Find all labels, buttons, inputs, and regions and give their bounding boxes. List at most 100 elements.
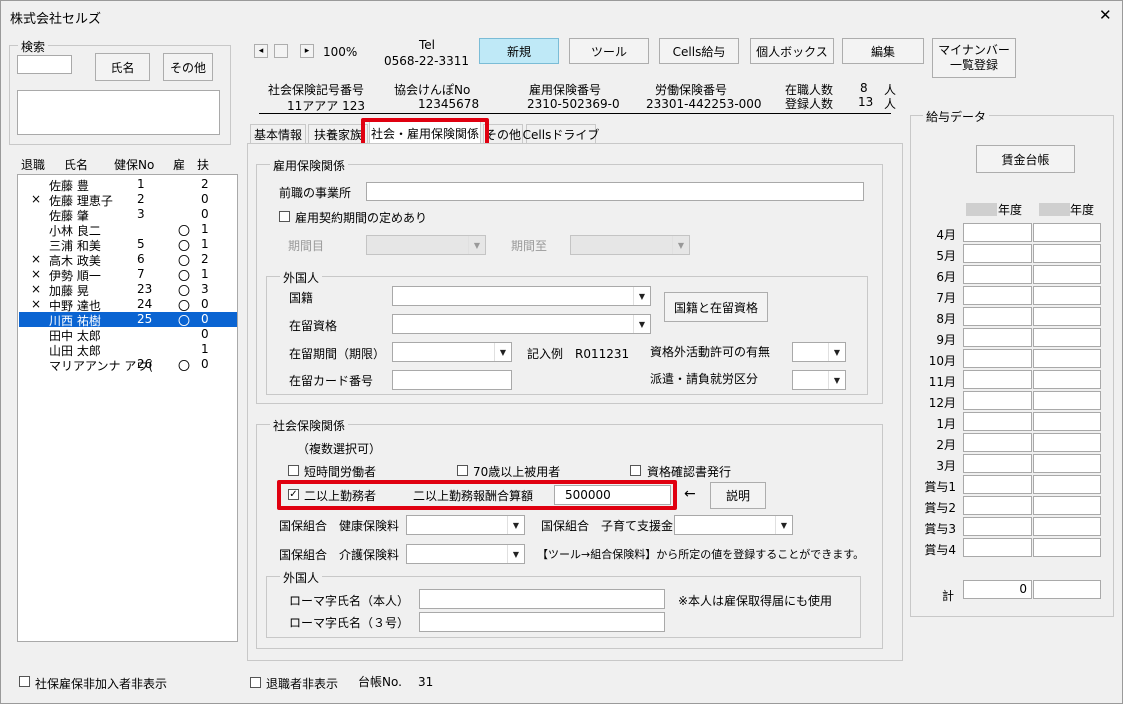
kokuho-child-select[interactable]: ▼ bbox=[674, 515, 793, 535]
kyokai-value: 12345678 bbox=[418, 97, 480, 111]
tel-number: 0568-22-3311 bbox=[384, 54, 470, 68]
list-item[interactable]: × 加藤 晃 23 〇 3 bbox=[19, 282, 237, 298]
list-item[interactable]: 川西 祐樹 25 〇 0 bbox=[19, 312, 237, 328]
list-item[interactable]: マリアアンナ アウ(26 〇 0 bbox=[19, 357, 237, 373]
kokuho-child-label: 国保組合 子育て支援金 bbox=[541, 519, 674, 533]
pay-cell-year2 bbox=[1033, 349, 1101, 368]
dispatch-label: 派遣・請負就労区分 bbox=[650, 372, 759, 386]
koyo-number-value: 2310-502369-0 bbox=[527, 97, 620, 111]
prev-company-input[interactable] bbox=[366, 182, 864, 201]
roman-self-input[interactable] bbox=[419, 589, 665, 609]
list-item[interactable]: × 高木 政美 6 〇 2 bbox=[19, 252, 237, 268]
pay-cell-year1 bbox=[963, 454, 1032, 473]
certificate-label: 資格確認書発行 bbox=[647, 465, 732, 479]
wage-ledger-button[interactable]: 賃金台帳 bbox=[976, 145, 1075, 173]
residence-status-select[interactable]: ▼ bbox=[392, 314, 651, 334]
mynumber-button[interactable]: マイナンバー 一覧登録 bbox=[932, 38, 1016, 78]
roman-3-label: ローマ字氏名（３号） bbox=[289, 616, 410, 630]
list-header-fuyo: 扶 bbox=[197, 158, 210, 172]
edit-button[interactable]: 編集 bbox=[842, 38, 924, 64]
period-example: 記入例 R011231 bbox=[527, 347, 630, 361]
search-input[interactable] bbox=[17, 55, 72, 74]
total-label: 計 bbox=[942, 589, 955, 603]
period-end-select[interactable]: ▼ bbox=[570, 235, 690, 255]
period-start-select[interactable]: ▼ bbox=[366, 235, 486, 255]
pay-cell-year2 bbox=[1033, 454, 1101, 473]
list-item[interactable]: × 佐藤 理恵子 2 0 bbox=[19, 192, 237, 208]
list-header-retired: 退職 bbox=[21, 158, 46, 172]
list-item[interactable]: × 伊勢 順一 7 〇 1 bbox=[19, 267, 237, 283]
tab-dependents[interactable]: 扶養家族 bbox=[308, 124, 368, 143]
explain-button[interactable]: 説明 bbox=[710, 482, 766, 509]
certificate-checkbox[interactable] bbox=[630, 465, 641, 476]
zoom-left-button[interactable]: ◂ bbox=[254, 44, 268, 58]
list-item-fuyo: 0 bbox=[201, 312, 209, 326]
residence-period-label: 在留期間（期限） bbox=[289, 347, 386, 361]
pay-cell-year1 bbox=[963, 538, 1032, 557]
new-button[interactable]: 新規 bbox=[479, 38, 559, 64]
personal-box-button[interactable]: 個人ボックス bbox=[750, 38, 834, 64]
nationality-status-button[interactable]: 国籍と在留資格 bbox=[664, 292, 768, 322]
list-item-kenpo-no: 26 bbox=[137, 357, 153, 371]
tab-basic-info[interactable]: 基本情報 bbox=[250, 124, 306, 143]
list-item-fuyo: 1 bbox=[201, 222, 209, 236]
zoom-right-button[interactable]: ▸ bbox=[300, 44, 314, 58]
list-item[interactable]: 三浦 和美 5 〇 1 bbox=[19, 237, 237, 253]
social-title: 社会保険関係 bbox=[270, 417, 349, 434]
list-item[interactable]: × 中野 達也 24 〇 0 bbox=[19, 297, 237, 313]
residence-period-select[interactable]: ▼ bbox=[392, 342, 512, 362]
hide-retired-checkbox[interactable] bbox=[250, 677, 261, 688]
list-item-fuyo: 0 bbox=[201, 207, 209, 221]
pay-cell-year1 bbox=[963, 244, 1032, 263]
kokuho-care-label: 国保組合 介護保険料 bbox=[279, 548, 400, 562]
toroku-label: 登録人数 bbox=[785, 97, 834, 111]
cells-pay-button[interactable]: Cells給与 bbox=[659, 38, 739, 64]
roman-3-input[interactable] bbox=[419, 612, 665, 632]
pay-cell-year2 bbox=[1033, 328, 1101, 347]
zoom-slider[interactable] bbox=[274, 44, 288, 58]
tool-button[interactable]: ツール bbox=[569, 38, 649, 64]
pay-cell-year1 bbox=[963, 349, 1032, 368]
rodo-number-value: 23301-442253-000 bbox=[646, 97, 762, 111]
pay-cell-year1 bbox=[963, 223, 1032, 242]
list-item[interactable]: 田中 太郎 0 bbox=[19, 327, 237, 343]
tab-cells-drive[interactable]: Cellsドライブ bbox=[523, 124, 599, 143]
list-item-kenpo-no: 25 bbox=[137, 312, 153, 326]
over70-checkbox[interactable] bbox=[457, 465, 468, 476]
list-item-fuyo: 1 bbox=[201, 237, 209, 251]
kokuho-care-select[interactable]: ▼ bbox=[406, 544, 525, 564]
ledger-no-label: 台帳No. bbox=[358, 675, 402, 689]
pay-month-label: 7月 bbox=[936, 291, 956, 305]
list-item-fuyo: 0 bbox=[201, 297, 209, 311]
search-result-box[interactable] bbox=[17, 90, 220, 135]
period-end-label: 期間至 bbox=[511, 239, 548, 253]
pay-month-label: 2月 bbox=[936, 438, 956, 452]
list-item-kenpo-no: 1 bbox=[137, 177, 145, 191]
close-icon[interactable]: ✕ bbox=[1099, 6, 1112, 24]
employment-title: 雇用保険関係 bbox=[270, 157, 349, 174]
list-item-fuyo: 3 bbox=[201, 282, 209, 296]
nationality-select[interactable]: ▼ bbox=[392, 286, 651, 306]
list-item[interactable]: 小林 良二〇 1 bbox=[19, 222, 237, 238]
pay-month-label: 賞与4 bbox=[924, 543, 956, 557]
other-search-button[interactable]: その他 bbox=[163, 53, 213, 81]
list-item-koyo: 〇 bbox=[178, 359, 191, 373]
chevron-down-icon: ▼ bbox=[633, 315, 650, 333]
list-item[interactable]: 佐藤 肇30 bbox=[19, 207, 237, 223]
list-item-kenpo-no: 24 bbox=[137, 297, 153, 311]
residence-card-input[interactable] bbox=[392, 370, 512, 390]
contract-period-checkbox[interactable] bbox=[279, 211, 290, 222]
outside-permit-select[interactable]: ▼ bbox=[792, 342, 846, 362]
list-item[interactable]: 佐藤 豊12 bbox=[19, 177, 237, 193]
hide-uninsured-checkbox[interactable] bbox=[19, 676, 30, 687]
roman-self-label: ローマ字氏名（本人） bbox=[289, 594, 410, 608]
kokuho-health-select[interactable]: ▼ bbox=[406, 515, 525, 535]
pay-cell-year1 bbox=[963, 475, 1032, 494]
dispatch-select[interactable]: ▼ bbox=[792, 370, 846, 390]
name-search-button[interactable]: 氏名 bbox=[95, 53, 150, 81]
list-item[interactable]: 山田 太郎 1 bbox=[19, 342, 237, 358]
pay-cell-year1 bbox=[963, 265, 1032, 284]
short-time-checkbox[interactable] bbox=[288, 465, 299, 476]
list-item-kenpo-no: 3 bbox=[137, 207, 145, 221]
tab-other[interactable]: その他 bbox=[483, 124, 523, 143]
